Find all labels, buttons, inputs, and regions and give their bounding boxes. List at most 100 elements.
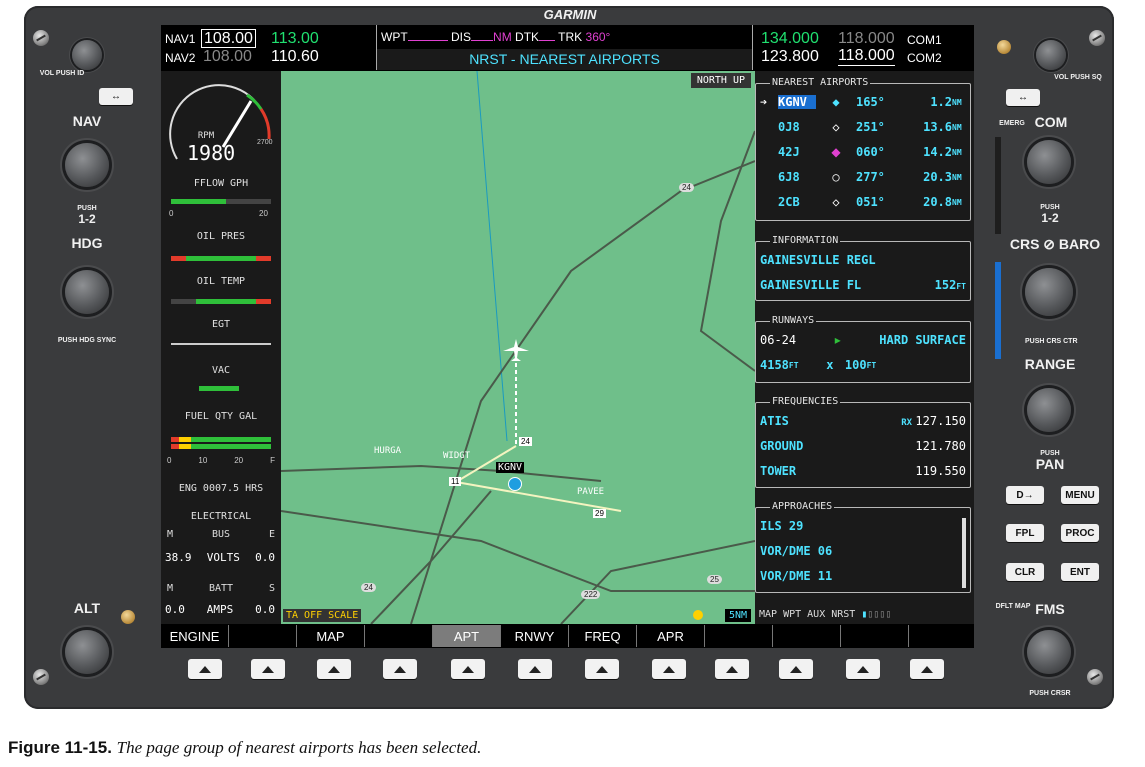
- nav-data-fields: WPT DIS NM DTK TRK 360°: [381, 30, 611, 44]
- list-item[interactable]: ➔ KGNV ◆ 165° 1.2 NM: [760, 92, 966, 112]
- airport-icon[interactable]: [508, 477, 522, 491]
- approach-item[interactable]: VOR/DME 11: [760, 566, 966, 586]
- softkey-button-7[interactable]: [585, 659, 619, 679]
- crs-baro-label: CRS ⊘ BARO: [1009, 236, 1101, 252]
- softkey-button-1[interactable]: [188, 659, 222, 679]
- figure-caption: Figure 11-15. The page group of nearest …: [8, 738, 482, 757]
- softkey-button-4[interactable]: [383, 659, 417, 679]
- airway-label-4: 25: [707, 575, 722, 584]
- up-arrow-icon: [394, 665, 406, 673]
- push-crsr-label: PUSH CRSR: [1029, 690, 1071, 697]
- nav1-standby-freq[interactable]: 113.00: [271, 30, 319, 48]
- com1-standby-freq[interactable]: 118.000: [838, 30, 895, 48]
- softkey-button-3[interactable]: [317, 659, 351, 679]
- softkey-rnwy[interactable]: RNWY: [501, 625, 569, 647]
- alt-knob[interactable]: [65, 630, 109, 674]
- list-item[interactable]: 6J8 ○ 277° 20.3 NM: [760, 167, 966, 187]
- com-label: COM: [1034, 114, 1068, 130]
- up-arrow-icon: [790, 665, 802, 673]
- nav1-label: NAV1: [165, 32, 196, 46]
- list-item[interactable]: 0J8 ◇ 251° 13.6 NM: [760, 117, 966, 137]
- softkey-2[interactable]: [229, 625, 297, 647]
- nearest-airports-title: NEAREST AIRPORTS: [770, 77, 871, 88]
- range-label: RANGE: [1024, 356, 1076, 372]
- softkey-button-5[interactable]: [451, 659, 485, 679]
- softkey-apr[interactable]: APR: [637, 625, 705, 647]
- freq-row[interactable]: TOWER 119.550: [760, 461, 966, 481]
- fflow-max: 20: [259, 209, 268, 218]
- softkey-11[interactable]: [841, 625, 909, 647]
- nav2-standby-freq[interactable]: 110.60: [271, 48, 319, 66]
- egt-label: EGT: [211, 319, 231, 330]
- softkey-freq[interactable]: FREQ: [569, 625, 637, 647]
- map-range: 5NM: [724, 609, 751, 622]
- fms-knob[interactable]: [1027, 630, 1071, 674]
- nav1-active-freq[interactable]: 108.00: [201, 29, 256, 48]
- brand-logo: GARMIN: [543, 7, 597, 22]
- nav-knob[interactable]: [65, 143, 109, 187]
- dflt-map-label: DFLT MAP: [995, 603, 1031, 610]
- clr-button[interactable]: CLR: [1006, 563, 1044, 581]
- nav-data-bar: WPT DIS NM DTK TRK 360° NRST - NEAREST AI…: [376, 25, 753, 70]
- display-screen: NAV1 108.00 113.00 NAV2 108.00 110.60 WP…: [161, 25, 974, 648]
- waypoint-widgt[interactable]: WIDGT: [443, 451, 470, 461]
- hdg-knob[interactable]: [65, 270, 109, 314]
- approaches-scrollbar[interactable]: [962, 518, 966, 588]
- softkey-button-10[interactable]: [779, 659, 813, 679]
- ta-off-scale: TA OFF SCALE: [283, 609, 362, 622]
- approach-item[interactable]: VOR/DME 06: [760, 541, 966, 561]
- waypoint-hurga[interactable]: HURGA: [374, 446, 401, 456]
- crs-ctr-label: PUSH CRS CTR: [1025, 338, 1078, 345]
- moving-map[interactable]: NORTH UP HURGA WIDGT KGNV PAVEE 24 11 29…: [281, 71, 755, 624]
- pan-label: PAN: [1035, 456, 1065, 472]
- fpl-button[interactable]: FPL: [1006, 524, 1044, 542]
- menu-button[interactable]: MENU: [1061, 486, 1099, 504]
- com2-standby-freq[interactable]: 118.000: [838, 47, 895, 66]
- softkey-button-2[interactable]: [251, 659, 285, 679]
- softkey-engine[interactable]: ENGINE: [161, 625, 229, 647]
- com-swap-button[interactable]: ↔: [1006, 89, 1040, 106]
- list-item[interactable]: 2CB ◇ 051° 20.8 NM: [760, 192, 966, 212]
- runway-row[interactable]: 06-24 ▸ HARD SURFACE: [760, 330, 966, 350]
- range-knob[interactable]: [1027, 388, 1071, 432]
- com2-active-freq[interactable]: 123.800: [761, 48, 819, 66]
- softkey-9[interactable]: [705, 625, 773, 647]
- softkey-12[interactable]: [909, 625, 974, 647]
- softkey-button-9[interactable]: [715, 659, 749, 679]
- vac-label: VAC: [211, 365, 231, 376]
- approach-item[interactable]: ILS 29: [760, 516, 966, 536]
- direct-to-button[interactable]: D→: [1006, 486, 1044, 504]
- light-sensor-icon: [121, 610, 135, 624]
- softkey-button-11[interactable]: [846, 659, 880, 679]
- vol-knob-left[interactable]: [72, 40, 102, 70]
- airport-kgnv[interactable]: KGNV: [496, 462, 525, 473]
- vol-knob-right[interactable]: [1036, 40, 1066, 70]
- waypoint-pavee[interactable]: PAVEE: [577, 487, 604, 497]
- crs-baro-knob[interactable]: [1025, 268, 1073, 316]
- nearest-panels: NEAREST AIRPORTS ➔ KGNV ◆ 165° 1.2 NM 0J8…: [755, 71, 974, 624]
- nav-swap-button[interactable]: ↔: [99, 88, 133, 105]
- com-knob[interactable]: [1027, 140, 1071, 184]
- approaches-panel: APPROACHES ILS 29 VOR/DME 06 VOR/DME 11: [755, 501, 971, 593]
- ent-button[interactable]: ENT: [1061, 563, 1099, 581]
- softkey-button-8[interactable]: [652, 659, 686, 679]
- softkey-button-6[interactable]: [518, 659, 552, 679]
- proc-button[interactable]: PROC: [1061, 524, 1099, 542]
- softkey-4[interactable]: [365, 625, 433, 647]
- map-orientation[interactable]: NORTH UP: [690, 73, 751, 88]
- list-item[interactable]: 42J ◆ 060° 14.2 NM: [760, 142, 966, 162]
- runway-label-11: 11: [449, 477, 462, 486]
- dimming-track: [995, 137, 1001, 234]
- freq-row[interactable]: ATIS RX 127.150: [760, 411, 966, 431]
- nav2-active-freq[interactable]: 108.00: [203, 48, 252, 66]
- up-arrow-icon: [921, 665, 933, 673]
- egt-gauge: [171, 343, 271, 345]
- softkey-apt[interactable]: APT: [433, 625, 501, 647]
- com1-active-freq[interactable]: 134.000: [761, 30, 819, 48]
- dimming-slider[interactable]: [995, 262, 1001, 359]
- softkey-map[interactable]: MAP: [297, 625, 365, 647]
- freq-row[interactable]: GROUND 121.780: [760, 436, 966, 456]
- softkey-button-12[interactable]: [910, 659, 944, 679]
- frequencies-panel: FREQUENCIES ATIS RX 127.150 GROUND 121.7…: [755, 396, 971, 488]
- softkey-10[interactable]: [773, 625, 841, 647]
